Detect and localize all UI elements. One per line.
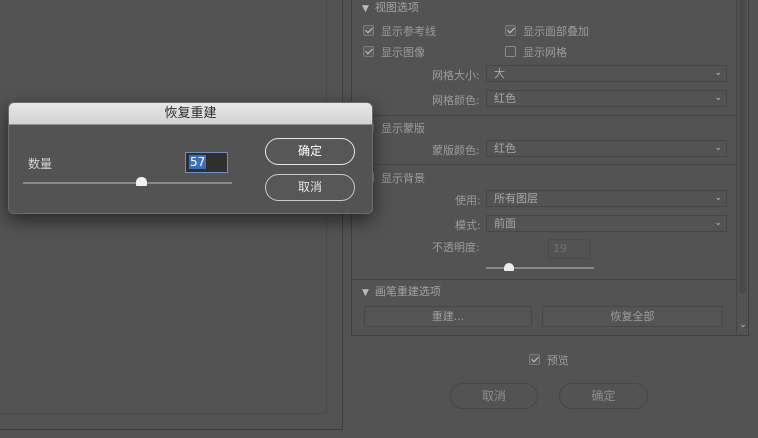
show-image-label: 显示图像 <box>381 46 425 59</box>
opacity-input[interactable]: 19 <box>548 239 590 259</box>
section-divider <box>352 115 736 116</box>
section-divider <box>352 279 736 280</box>
panel-scrollbar[interactable]: ⌄ <box>736 0 748 334</box>
show-face-overlay-label: 显示面部叠加 <box>523 25 589 38</box>
view-options-header[interactable]: ▼ 视图选项 <box>362 0 419 15</box>
amount-value: 57 <box>189 155 207 169</box>
grid-color-select[interactable]: 红色 ⌄ <box>486 90 727 107</box>
chevron-down-icon: ⌄ <box>714 68 722 78</box>
preview-checkbox[interactable] <box>529 354 540 365</box>
mask-color-select[interactable]: 红色 ⌄ <box>486 140 727 157</box>
amount-input[interactable]: 57 <box>185 152 228 173</box>
use-label: 使用: <box>455 194 481 207</box>
dialog-title[interactable]: 恢复重建 <box>9 103 372 125</box>
grid-color-label: 网格颜色: <box>432 94 480 107</box>
reconstruct-button[interactable]: 重建... <box>364 306 532 327</box>
grid-size-value: 大 <box>494 67 505 80</box>
chevron-down-icon: ⌄ <box>714 143 722 153</box>
brush-reconstruct-header[interactable]: ▼ 画笔重建选项 <box>362 283 441 299</box>
opacity-label: 不透明度: <box>432 241 480 254</box>
grid-size-select[interactable]: 大 ⌄ <box>486 65 727 82</box>
chevron-down-icon: ⌄ <box>714 193 722 203</box>
section-divider <box>352 164 736 165</box>
opacity-slider-thumb[interactable] <box>504 263 514 271</box>
mode-label: 模式: <box>455 219 481 232</box>
mode-select[interactable]: 前面 ⌄ <box>486 215 727 232</box>
mask-color-value: 红色 <box>494 142 516 155</box>
use-layers-value: 所有图层 <box>494 192 538 205</box>
restore-all-button[interactable]: 恢复全部 <box>542 306 723 327</box>
use-layers-select[interactable]: 所有图层 ⌄ <box>486 190 727 207</box>
canvas-area <box>0 0 343 430</box>
preview-label: 预览 <box>547 354 569 367</box>
grid-size-label: 网格大小: <box>432 69 480 82</box>
cancel-button[interactable]: 取消 <box>450 383 538 409</box>
chevron-down-icon: ⌄ <box>714 218 722 228</box>
triangle-down-icon: ▼ <box>362 288 369 298</box>
mode-value: 前面 <box>494 217 516 230</box>
chevron-down-icon[interactable]: ⌄ <box>738 320 748 330</box>
opacity-slider-track[interactable] <box>486 267 594 269</box>
amount-slider-thumb[interactable] <box>136 177 147 186</box>
show-grid-label: 显示网格 <box>523 46 567 59</box>
amount-slider-track[interactable] <box>23 182 232 184</box>
dialog-ok-button[interactable]: 确定 <box>265 138 355 165</box>
show-backdrop-label: 显示背景 <box>381 172 425 185</box>
grid-color-value: 红色 <box>494 92 516 105</box>
show-grid-checkbox[interactable] <box>505 46 516 57</box>
show-image-checkbox[interactable] <box>363 46 374 57</box>
restore-reconstruct-dialog: 恢复重建 数量 57 确定 取消 <box>8 102 373 214</box>
dialog-cancel-button[interactable]: 取消 <box>265 174 355 201</box>
show-mask-label: 显示蒙版 <box>381 122 425 135</box>
amount-label: 数量 <box>28 157 53 171</box>
show-mesh-label: 显示参考线 <box>381 25 436 38</box>
triangle-down-icon: ▼ <box>362 4 369 14</box>
ok-button[interactable]: 确定 <box>559 383 648 409</box>
view-options-title: 视图选项 <box>374 1 419 14</box>
scrollbar-thumb[interactable] <box>739 0 746 294</box>
chevron-down-icon: ⌄ <box>714 93 722 103</box>
show-face-overlay-checkbox[interactable] <box>505 25 516 36</box>
show-mesh-checkbox[interactable] <box>363 25 374 36</box>
mask-color-label: 蒙版颜色: <box>432 144 480 157</box>
brush-reconstruct-title: 画笔重建选项 <box>374 285 441 298</box>
